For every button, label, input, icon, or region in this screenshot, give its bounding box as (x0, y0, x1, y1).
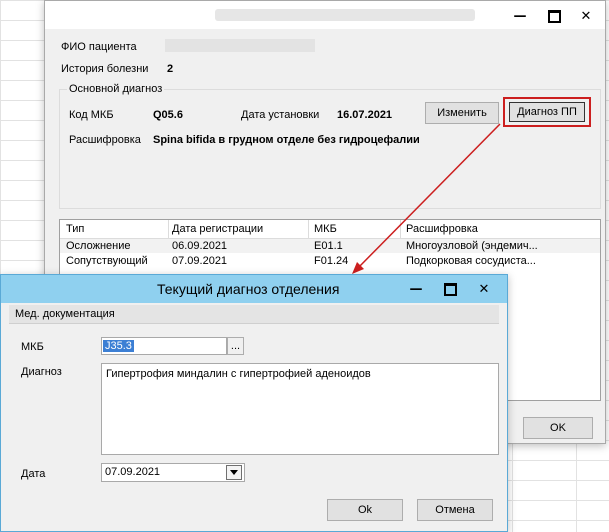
dialog-titlebar: Текущий диагноз отделения — ✕ (1, 275, 507, 303)
date-dropdown-button[interactable] (226, 465, 242, 480)
diagnosis-label: Диагноз (21, 366, 62, 378)
mkb-input-value: J35.3 (103, 340, 134, 352)
maximize-icon (443, 282, 457, 296)
mkb-label: МКБ (21, 341, 44, 353)
date-value: 07.09.2021 (105, 466, 161, 478)
minimize-icon: — (409, 281, 423, 297)
diagnosis-textarea[interactable]: Гипертрофия миндалин с гипертрофией аден… (101, 363, 499, 455)
dialog-title: Текущий диагноз отделения (157, 281, 340, 297)
current-department-diagnosis-dialog: Текущий диагноз отделения — ✕ Мед. докум… (0, 274, 508, 532)
diagnosis-text: Гипертрофия миндалин с гипертрофией аден… (106, 368, 371, 380)
mkb-input[interactable]: J35.3 (101, 337, 227, 355)
dialog-close-button[interactable]: ✕ (467, 276, 501, 302)
dialog-ok-button[interactable]: Ok (327, 499, 403, 521)
mkb-browse-button[interactable]: ... (227, 337, 244, 355)
date-label: Дата (21, 468, 46, 480)
close-icon: ✕ (478, 281, 490, 297)
date-picker[interactable]: 07.09.2021 (101, 463, 245, 482)
chevron-down-icon (230, 470, 238, 475)
tab-label: Мед. документация (15, 308, 115, 320)
tab-med-documentation[interactable]: Мед. документация (9, 305, 499, 324)
dialog-minimize-button[interactable]: — (399, 276, 433, 302)
dialog-maximize-button[interactable] (433, 276, 467, 302)
dialog-cancel-button[interactable]: Отмена (417, 499, 493, 521)
